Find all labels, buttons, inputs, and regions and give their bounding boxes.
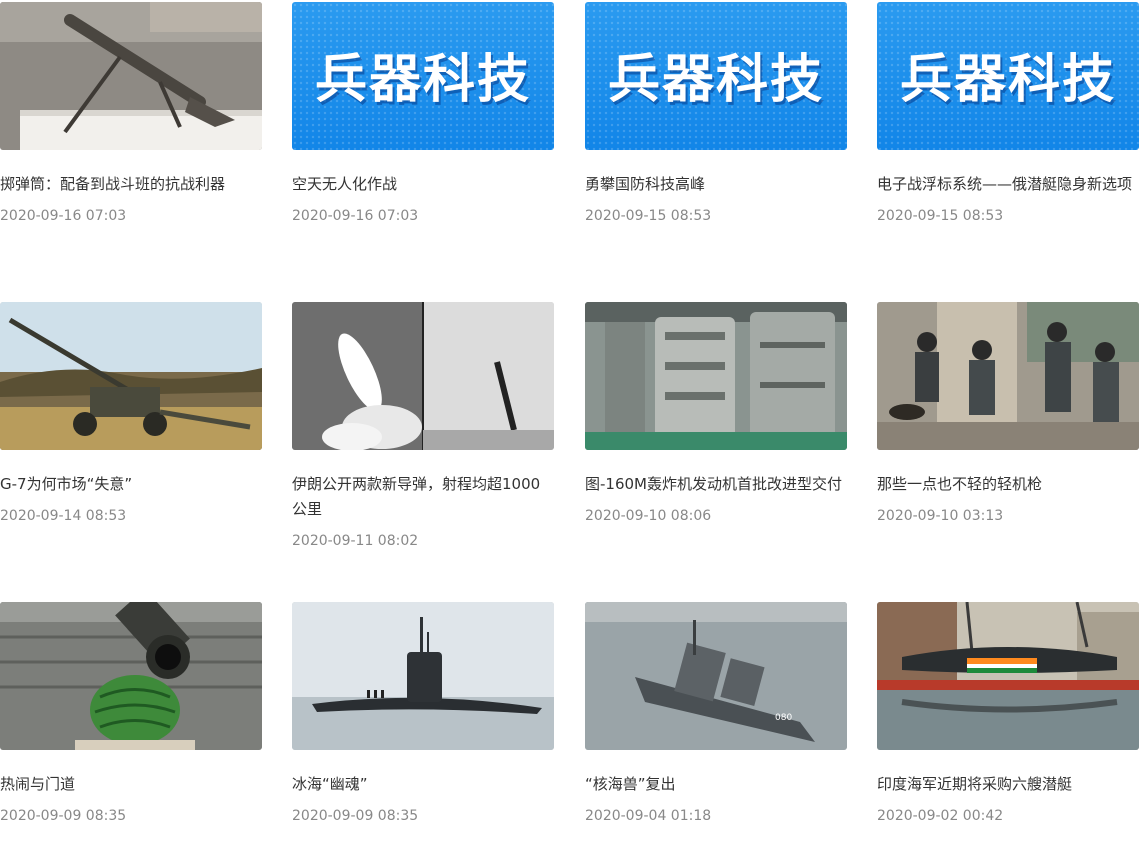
submarine-image <box>292 602 554 750</box>
article-thumbnail[interactable]: 080 <box>585 602 847 750</box>
article-thumbnail[interactable] <box>0 2 262 150</box>
article-thumbnail[interactable]: 兵器科技 <box>292 2 554 150</box>
article-card[interactable]: G-7为何市场“失意” 2020-09-14 08:53 <box>0 302 262 525</box>
submarine-dock-image <box>877 602 1139 750</box>
article-thumbnail[interactable]: 兵器科技 <box>877 2 1139 150</box>
article-thumbnail[interactable] <box>877 302 1139 450</box>
article-card[interactable]: 热闹与门道 2020-09-09 08:35 <box>0 602 262 825</box>
article-card[interactable]: 兵器科技 空天无人化作战 2020-09-16 07:03 <box>292 2 554 225</box>
article-title[interactable]: 空天无人化作战 <box>292 172 554 197</box>
article-title[interactable]: 图-160M轰炸机发动机首批改进型交付 <box>585 472 847 497</box>
article-card[interactable]: 兵器科技 勇攀国防科技高峰 2020-09-15 08:53 <box>585 2 847 225</box>
article-title[interactable]: 掷弹筒：配备到战斗班的抗战利器 <box>0 172 262 197</box>
article-date: 2020-09-04 01:18 <box>585 808 712 824</box>
article-card[interactable]: 兵器科技 电子战浮标系统——俄潜艇隐身新选项 2020-09-15 08:53 <box>877 2 1139 225</box>
article-date: 2020-09-10 08:06 <box>585 508 712 524</box>
article-title[interactable]: 勇攀国防科技高峰 <box>585 172 847 197</box>
article-thumbnail[interactable]: 兵器科技 <box>585 2 847 150</box>
battlecruiser-image: 080 <box>585 602 847 750</box>
article-date: 2020-09-10 03:13 <box>877 508 1004 524</box>
article-thumbnail[interactable] <box>877 602 1139 750</box>
article-date: 2020-09-09 08:35 <box>292 808 419 824</box>
howitzer-image <box>0 302 262 450</box>
article-date: 2020-09-16 07:03 <box>292 208 419 224</box>
article-title[interactable]: 那些一点也不轻的轻机枪 <box>877 472 1139 497</box>
article-title[interactable]: 伊朗公开两款新导弹，射程均超1000公里 <box>292 472 554 522</box>
article-thumbnail[interactable] <box>0 302 262 450</box>
article-card[interactable]: 那些一点也不轻的轻机枪 2020-09-10 03:13 <box>877 302 1139 525</box>
mortar-image <box>0 2 262 150</box>
article-card[interactable]: 冰海“幽魂” 2020-09-09 08:35 <box>292 602 554 825</box>
article-card[interactable]: 图-160M轰炸机发动机首批改进型交付 2020-09-10 08:06 <box>585 302 847 525</box>
article-title[interactable]: 热闹与门道 <box>0 772 262 797</box>
article-card[interactable]: 掷弹筒：配备到战斗班的抗战利器 2020-09-16 07:03 <box>0 2 262 225</box>
article-date: 2020-09-09 08:35 <box>0 808 127 824</box>
article-grid: 掷弹筒：配备到战斗班的抗战利器 2020-09-16 07:03 兵器科技 空天… <box>0 0 1142 843</box>
article-title[interactable]: 冰海“幽魂” <box>292 772 554 797</box>
article-thumbnail[interactable] <box>585 302 847 450</box>
article-card[interactable]: 伊朗公开两款新导弹，射程均超1000公里 2020-09-11 08:02 <box>292 302 554 550</box>
article-thumbnail[interactable] <box>292 602 554 750</box>
article-date: 2020-09-16 07:03 <box>0 208 127 224</box>
soldiers-image <box>877 302 1139 450</box>
article-date: 2020-09-11 08:02 <box>292 533 419 549</box>
article-card[interactable]: 印度海军近期将采购六艘潜艇 2020-09-02 00:42 <box>877 602 1139 825</box>
article-date: 2020-09-02 00:42 <box>877 808 1004 824</box>
missile-launch-image <box>292 302 554 450</box>
engine-factory-image <box>585 302 847 450</box>
brand-banner-text: 兵器科技 <box>899 49 1116 110</box>
tank-barrel-image <box>0 602 262 750</box>
article-card[interactable]: 080 “核海兽”复出 2020-09-04 01:18 <box>585 602 847 825</box>
svg-text:080: 080 <box>775 713 792 723</box>
article-title[interactable]: G-7为何市场“失意” <box>0 472 262 497</box>
brand-banner-text: 兵器科技 <box>607 49 824 110</box>
article-title[interactable]: “核海兽”复出 <box>585 772 847 797</box>
article-thumbnail[interactable] <box>0 602 262 750</box>
article-thumbnail[interactable] <box>292 302 554 450</box>
article-date: 2020-09-15 08:53 <box>585 208 712 224</box>
brand-banner-text: 兵器科技 <box>314 49 531 110</box>
article-title[interactable]: 印度海军近期将采购六艘潜艇 <box>877 772 1139 797</box>
article-date: 2020-09-14 08:53 <box>0 508 127 524</box>
article-title[interactable]: 电子战浮标系统——俄潜艇隐身新选项 <box>877 172 1139 197</box>
article-date: 2020-09-15 08:53 <box>877 208 1004 224</box>
